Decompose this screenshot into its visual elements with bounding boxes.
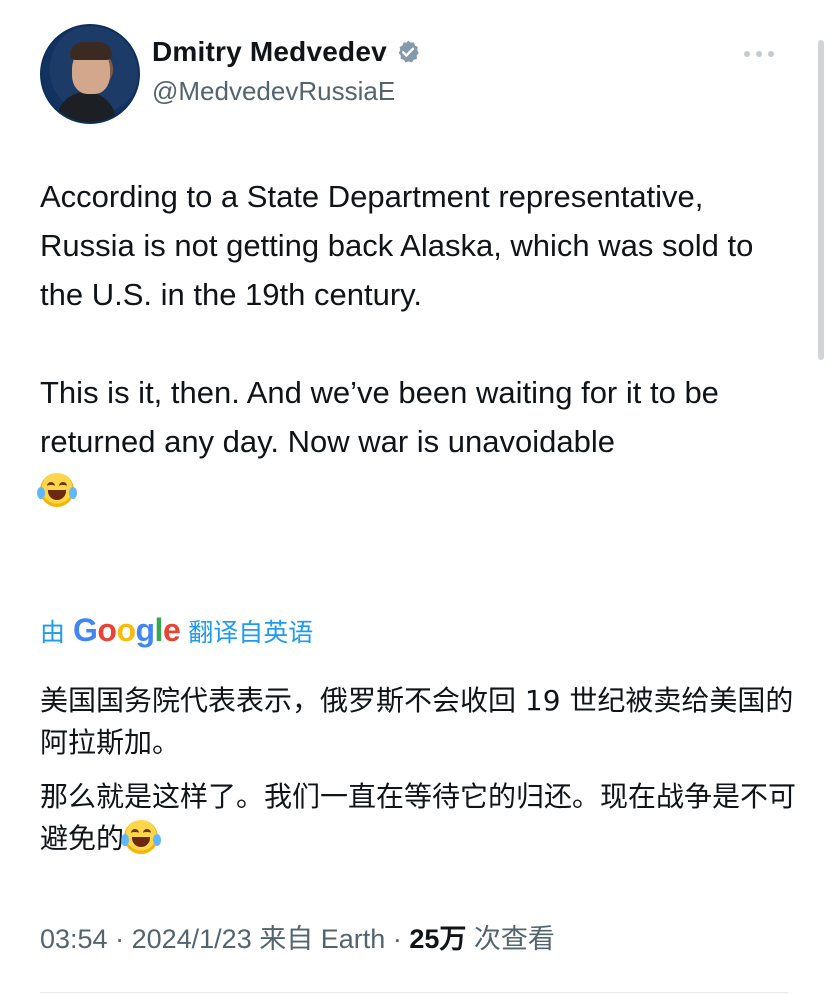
meta-separator: · [392, 924, 410, 954]
views-label: 次查看 [473, 924, 555, 954]
tweet-header: Dmitry Medvedev @MedvedevRussiaE [40, 24, 788, 124]
tweet-paragraph-1: According to a State Department represen… [40, 179, 754, 312]
translated-by-google[interactable]: 由 Google 翻译自英语 [40, 612, 313, 649]
more-options-icon[interactable] [744, 46, 784, 62]
tweet-meta: 03:54 · 2024/1/23 来自 Earth · 25万 次查看 [40, 917, 555, 956]
google-logo-icon: Google [73, 612, 181, 648]
translated-text: 美国国务院代表表示，俄罗斯不会收回 19 世纪被卖给美国的阿拉斯加。 那么就是这… [40, 680, 800, 860]
tweet-paragraph-2-text: This is it, then. And we’ve been waiting… [40, 375, 719, 459]
scrollbar[interactable] [818, 40, 824, 360]
tweet-source: Earth [320, 924, 386, 954]
tears-of-joy-emoji-icon [121, 820, 162, 854]
name-row: Dmitry Medvedev [152, 36, 421, 68]
avatar-suit [56, 92, 116, 122]
tweet-date[interactable]: 2024/1/23 [132, 924, 252, 954]
translate-prefix: 由 [40, 618, 66, 647]
verified-badge-icon [398, 40, 419, 63]
tears-of-joy-emoji-icon [37, 473, 77, 507]
avatar[interactable] [40, 24, 140, 124]
source-prefix: 来自 [259, 924, 314, 954]
meta-separator: · [115, 924, 132, 954]
avatar-hair [70, 42, 112, 60]
translated-paragraph-2: 那么就是这样了。我们一直在等待它的归还。现在战争是不可避免的 [40, 776, 800, 860]
display-name[interactable]: Dmitry Medvedev [152, 36, 387, 68]
tweet-paragraph-2: This is it, then. And we’ve been waiting… [37, 368, 800, 515]
translate-suffix: 翻译自英语 [188, 618, 314, 647]
translated-paragraph-1: 美国国务院代表表示，俄罗斯不会收回 19 世纪被卖给美国的阿拉斯加。 [40, 684, 794, 759]
user-handle[interactable]: @MedvedevRussiaE [152, 76, 395, 107]
tweet-body: According to a State Department represen… [37, 172, 800, 515]
tweet-time[interactable]: 03:54 [40, 924, 108, 954]
bottom-divider [40, 992, 788, 993]
views-count[interactable]: 25万 [409, 924, 466, 954]
